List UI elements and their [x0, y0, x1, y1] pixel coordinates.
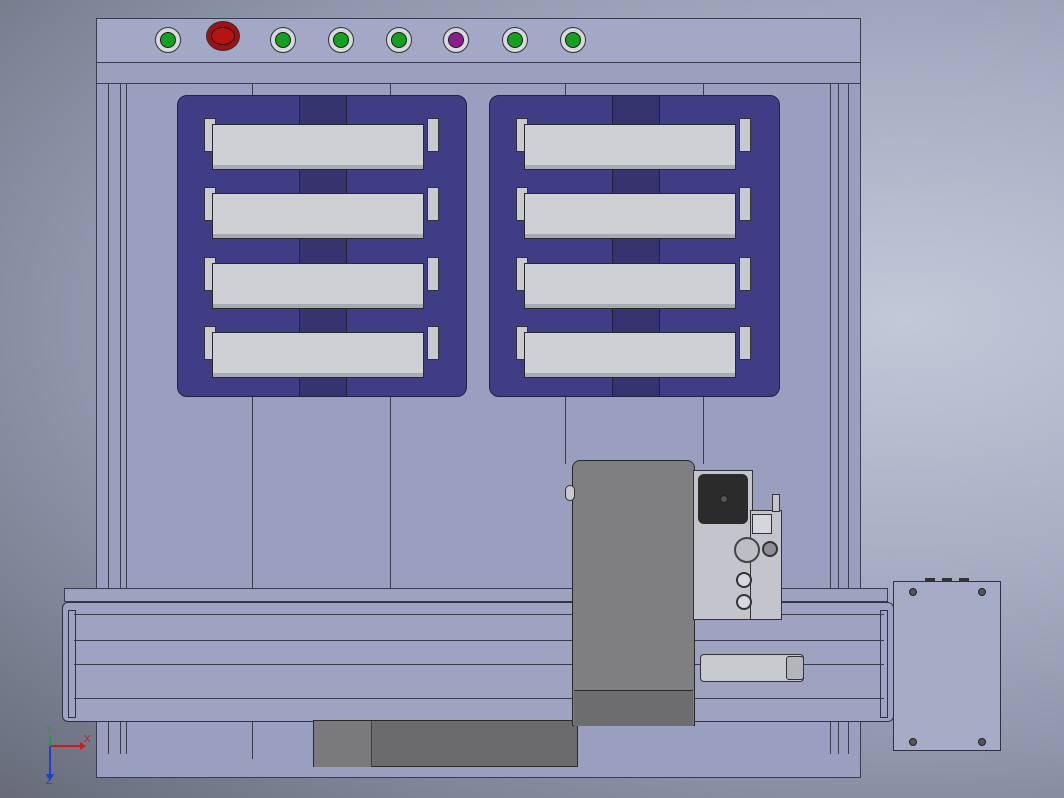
x-axis-label: X [84, 734, 91, 745]
drawer-right-1[interactable] [516, 118, 751, 170]
indicator-green-4-button[interactable] [386, 27, 412, 53]
drawer-face [212, 263, 424, 309]
mount-hole-2 [736, 594, 752, 610]
indicator-purple-lamp [448, 32, 464, 48]
axis-groove-4 [74, 698, 884, 699]
drawer-left-3[interactable] [204, 257, 439, 309]
control-box-connector-1 [925, 578, 935, 582]
axis-end-left [68, 610, 76, 718]
control-panel-rail [96, 62, 861, 84]
cad-viewport[interactable]: X Y Z [0, 0, 1064, 798]
drawer-face [524, 332, 736, 378]
axis-groove-2 [74, 640, 884, 641]
indicator-green-5-lamp [507, 32, 523, 48]
emergency-stop-lamp [211, 27, 235, 45]
drawer-face [212, 332, 424, 378]
axis-end-right [880, 610, 888, 718]
drawer-left-4[interactable] [204, 326, 439, 378]
z-axis-label: Z [46, 776, 53, 787]
drawer-face [212, 193, 424, 239]
drawer-right-3[interactable] [516, 257, 751, 309]
indicator-green-2-button[interactable] [270, 27, 296, 53]
bracket-tab [752, 514, 772, 534]
indicator-green-2-lamp [275, 32, 291, 48]
drawer-right-4[interactable] [516, 326, 751, 378]
control-box-screw-bl [909, 738, 917, 746]
axis-triad: X Y Z [40, 724, 100, 787]
control-box-screw-br [978, 738, 986, 746]
indicator-purple-button[interactable] [443, 27, 469, 53]
indicator-green-5-button[interactable] [502, 27, 528, 53]
mount-hole-1 [736, 572, 752, 588]
drawer-ear-right [427, 326, 439, 360]
control-box-screw-tr [978, 588, 986, 596]
drawer-left-1[interactable] [204, 118, 439, 170]
sensor-screw [720, 495, 728, 503]
motor-housing-end [314, 721, 371, 767]
control-box [893, 581, 1001, 751]
drawer-ear-right [739, 187, 751, 221]
drawer-face [524, 124, 736, 170]
y-axis-label: Y [46, 724, 53, 735]
emergency-stop-button[interactable] [206, 21, 240, 51]
drawer-face [212, 124, 424, 170]
indicator-green-6-button[interactable] [560, 27, 586, 53]
control-box-connector-3 [959, 578, 969, 582]
drawer-face [524, 193, 736, 239]
carriage-motor [572, 460, 695, 726]
carriage-knob [565, 485, 575, 501]
bottom-motor-housing [313, 720, 578, 767]
indicator-green-6-lamp [565, 32, 581, 48]
cylinder-cap [786, 656, 804, 680]
drawer-right-2[interactable] [516, 187, 751, 239]
roller-large [734, 537, 760, 563]
control-box-connector-2 [942, 578, 952, 582]
indicator-green-1-lamp [160, 32, 176, 48]
roller-small [762, 541, 778, 557]
drawer-ear-right [427, 118, 439, 152]
indicator-green-1-button[interactable] [155, 27, 181, 53]
drawer-left-2[interactable] [204, 187, 439, 239]
bracket-pin [772, 494, 780, 512]
indicator-green-4-lamp [391, 32, 407, 48]
drawer-ear-right [427, 187, 439, 221]
carriage-motor-base [574, 690, 693, 726]
indicator-green-3-lamp [333, 32, 349, 48]
indicator-green-3-button[interactable] [328, 27, 354, 53]
drawer-face [524, 263, 736, 309]
drawer-ear-right [739, 257, 751, 291]
drawer-ear-right [739, 326, 751, 360]
control-box-screw-tl [909, 588, 917, 596]
drawer-ear-right [427, 257, 439, 291]
drawer-ear-right [739, 118, 751, 152]
motor-housing-seam [371, 721, 372, 767]
